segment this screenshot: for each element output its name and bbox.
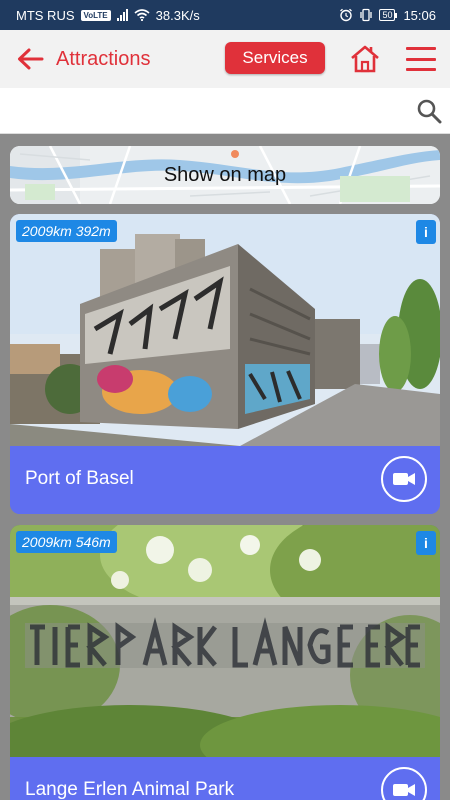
video-button[interactable] (381, 456, 427, 502)
status-bar: MTS RUS VoLTE 38.3K/s 50 15:06 (0, 0, 450, 30)
alarm-icon (340, 8, 353, 22)
attraction-name: Port of Basel (25, 468, 134, 489)
network-speed: 38.3K/s (155, 7, 200, 23)
app-bar: Attractions Services (0, 30, 450, 88)
volte-badge: VoLTE (80, 9, 111, 21)
attraction-photo: 2009km 546m i (10, 525, 440, 757)
card-footer: Port of Basel (10, 446, 440, 514)
card-footer: Lange Erlen Animal Park (10, 757, 440, 800)
menu-bar (406, 47, 436, 50)
clock: 15:06 (403, 7, 436, 23)
battery-level: 50 (379, 9, 396, 21)
menu-bar (406, 57, 436, 61)
carrier-label: MTS RUS (16, 7, 75, 23)
arrow-left-icon (18, 48, 44, 70)
info-button[interactable]: i (416, 531, 436, 555)
show-on-map-label: Show on map (163, 163, 287, 186)
attraction-name: Lange Erlen Animal Park (25, 779, 235, 800)
search-bar (0, 88, 450, 134)
home-button[interactable] (349, 43, 381, 75)
distance-badge: 2009km 392m (16, 220, 117, 242)
info-button[interactable]: i (416, 220, 436, 244)
menu-button[interactable] (406, 44, 436, 74)
page-title: Attractions (56, 47, 151, 70)
video-button[interactable] (381, 767, 427, 800)
video-camera-icon (393, 784, 415, 796)
search-input[interactable] (12, 96, 402, 126)
services-button[interactable]: Services (225, 42, 325, 74)
back-button[interactable] (10, 39, 50, 79)
attraction-card[interactable]: 2009km 546m i Lange Erlen Animal Park (10, 525, 440, 800)
attraction-card[interactable]: 2009km 392m i Port of Basel (10, 214, 440, 514)
battery-icon: 50 (379, 9, 398, 21)
search-icon[interactable] (416, 98, 442, 124)
show-on-map-button[interactable]: Show on map (10, 146, 440, 204)
home-icon (351, 45, 379, 73)
signal-icon (116, 9, 128, 21)
video-camera-icon (393, 473, 415, 485)
menu-bar (406, 68, 436, 71)
distance-badge: 2009km 546m (16, 531, 117, 553)
wifi-icon (134, 9, 150, 21)
vibrate-icon (360, 8, 373, 22)
attraction-photo: 2009km 392m i (10, 214, 440, 446)
